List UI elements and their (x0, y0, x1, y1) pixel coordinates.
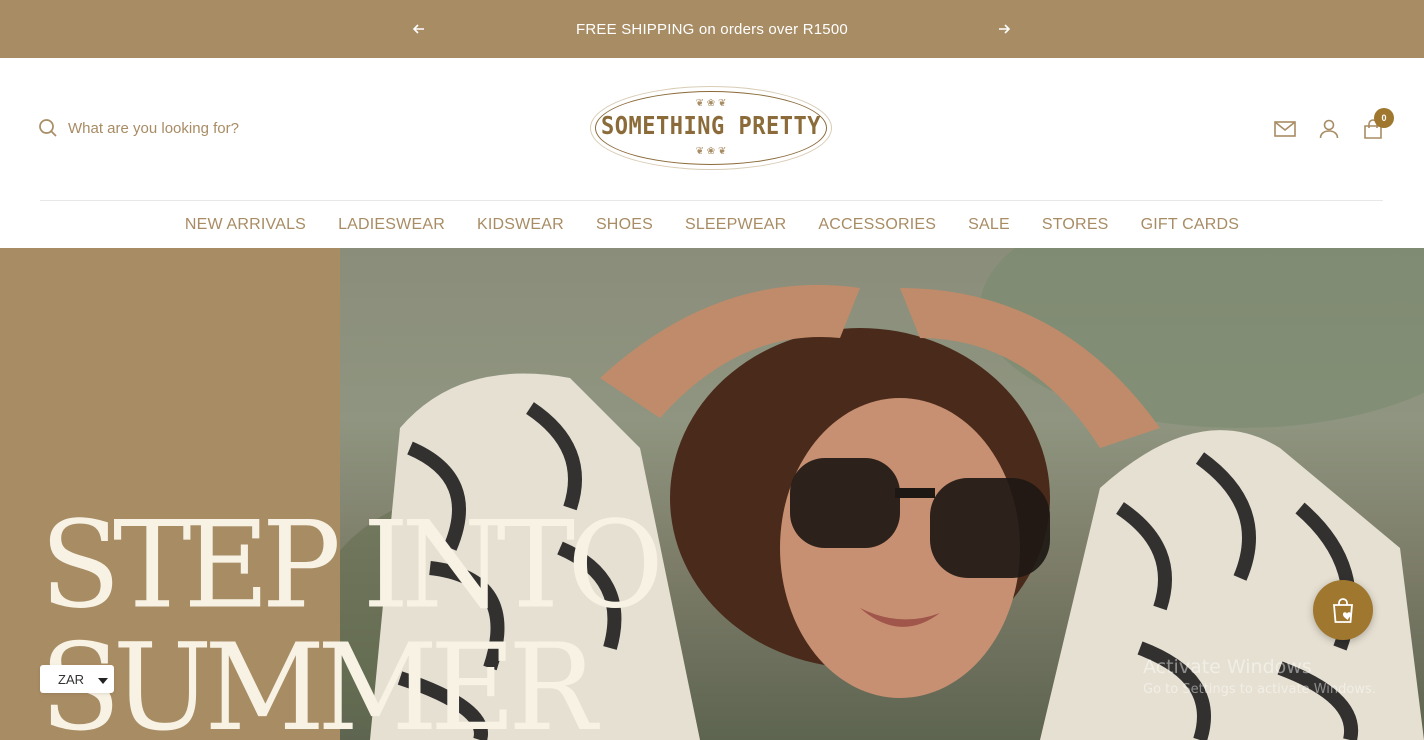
logo-ornament-bottom: ❦ ❀ ❦ (695, 146, 727, 157)
currency-value: ZAR (58, 671, 84, 687)
main-nav: NEW ARRIVALS LADIESWEAR KIDSWEAR SHOES S… (0, 201, 1424, 248)
site-header: ❦ ❀ ❦ SOMETHING PRETTY ❦ ❀ ❦ 0 (0, 58, 1424, 200)
windows-activation-watermark: Activate Windows Go to Settings to activ… (1143, 656, 1376, 697)
announcement-text: FREE SHIPPING on orders over R1500 (576, 20, 848, 38)
hero-headline-line2: SUMMER (40, 616, 597, 740)
arrow-right-icon (999, 24, 1010, 34)
hero-headline: STEP INTO SUMMER (40, 494, 664, 740)
nav-gift-cards[interactable]: GIFT CARDS (1141, 216, 1240, 234)
nav-sleepwear[interactable]: SLEEPWEAR (685, 216, 786, 234)
caret-down-icon (98, 677, 108, 684)
cart-count-badge: 0 (1374, 108, 1394, 128)
header-actions: 0 (1274, 108, 1394, 140)
logo-ornament-top: ❦ ❀ ❦ (695, 98, 727, 109)
search-icon (39, 119, 57, 137)
cart-button[interactable]: 0 (1362, 108, 1394, 140)
nav-sale[interactable]: SALE (968, 216, 1010, 234)
nav-shoes[interactable]: SHOES (596, 216, 653, 234)
nav-new-arrivals[interactable]: NEW ARRIVALS (185, 216, 306, 234)
arrow-left-icon (413, 24, 424, 34)
search-input[interactable] (68, 119, 308, 137)
account-icon (1319, 119, 1339, 139)
shop-app-button[interactable] (1313, 580, 1373, 640)
announcement-prev-button[interactable] (410, 20, 428, 38)
mail-icon (1274, 121, 1296, 137)
account-button[interactable] (1318, 118, 1340, 140)
hero-headline-line1: STEP INTO (40, 494, 664, 636)
logo[interactable]: ❦ ❀ ❦ SOMETHING PRETTY ❦ ❀ ❦ (590, 86, 832, 170)
announcement-next-button[interactable] (995, 20, 1013, 38)
nav-stores[interactable]: STORES (1042, 216, 1109, 234)
watermark-subtitle: Go to Settings to activate Windows. (1143, 682, 1376, 697)
currency-selector[interactable]: ZAR (40, 665, 114, 693)
watermark-title: Activate Windows (1143, 656, 1312, 678)
nav-accessories[interactable]: ACCESSORIES (818, 216, 936, 234)
nav-ladieswear[interactable]: LADIESWEAR (338, 216, 445, 234)
nav-kidswear[interactable]: KIDSWEAR (477, 216, 564, 234)
logo-text: SOMETHING PRETTY (601, 112, 821, 141)
newsletter-button[interactable] (1274, 118, 1296, 140)
announcement-bar: FREE SHIPPING on orders over R1500 (0, 0, 1424, 58)
shopping-bag-heart-icon (1333, 598, 1353, 623)
search-bar[interactable] (38, 118, 308, 138)
